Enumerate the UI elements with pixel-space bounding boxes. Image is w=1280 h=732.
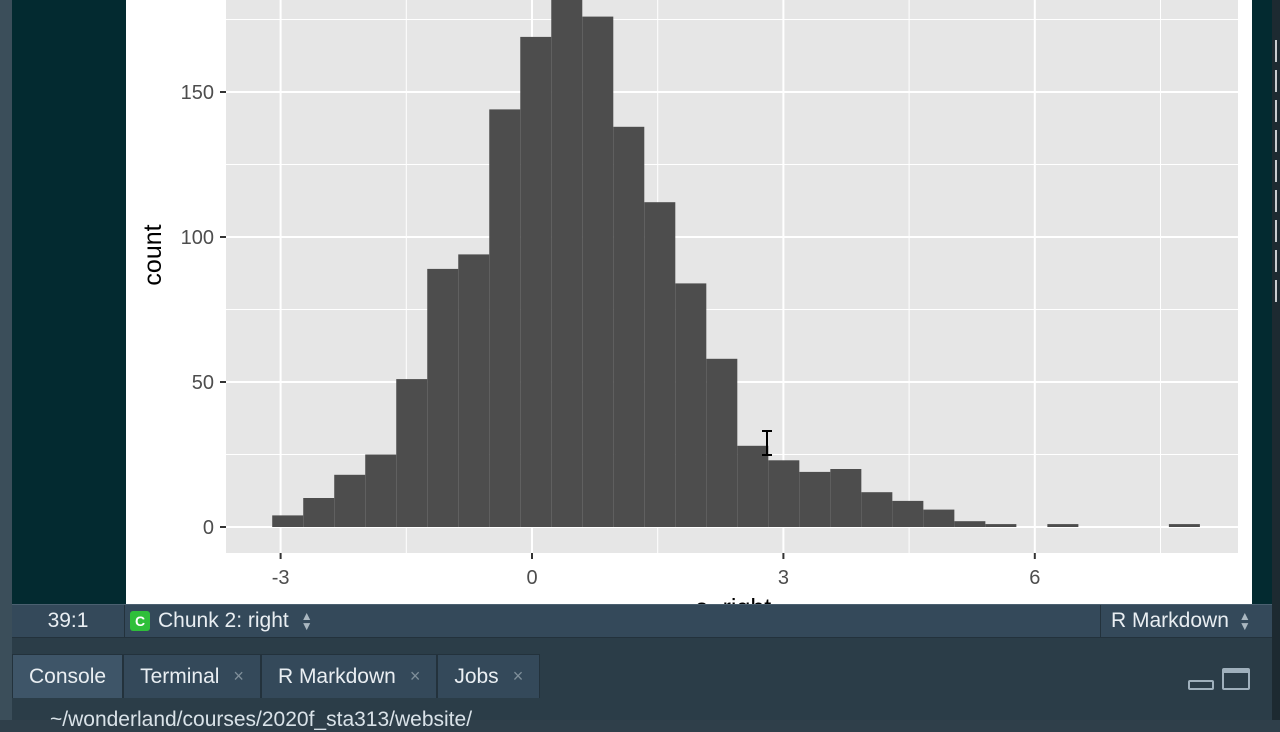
tab-jobs[interactable]: Jobs × <box>437 654 541 698</box>
histogram-bar <box>427 268 459 527</box>
editor-margin-right <box>1252 0 1272 604</box>
histogram-bar <box>954 521 986 527</box>
y-axis-title: count <box>139 224 167 285</box>
tab-r-markdown[interactable]: R Markdown × <box>260 654 438 698</box>
editor-scrollbar[interactable] <box>1272 0 1280 720</box>
updown-arrows-icon: ▲ ▼ <box>1238 609 1251 633</box>
pane-tabs: Console Terminal × R Markdown × Jobs × <box>12 654 541 698</box>
cursor-position: 39:1 <box>12 605 125 637</box>
histogram-bar <box>799 471 831 527</box>
tab-console[interactable]: Console <box>12 654 124 698</box>
histogram-bar <box>892 500 924 527</box>
tab-terminal[interactable]: Terminal × <box>123 654 261 698</box>
plot-output: 0 50 100 150 -3 0 3 6 count e_right <box>126 0 1252 604</box>
maximize-icon[interactable] <box>1222 668 1250 690</box>
histogram-bar <box>396 379 428 527</box>
editor-margin-left <box>12 0 126 604</box>
histogram-bar <box>1047 524 1079 527</box>
histogram-bar <box>520 36 552 528</box>
histogram-bar <box>489 109 521 528</box>
tab-label: R Markdown <box>277 664 396 688</box>
histogram-bar <box>458 254 490 527</box>
chunk-icon: C <box>130 611 150 631</box>
x-tick-label: 3 <box>778 567 789 589</box>
histogram-bar <box>1168 524 1200 527</box>
tab-label: Console <box>29 664 107 688</box>
histogram-bar <box>365 454 397 527</box>
close-icon[interactable]: × <box>513 666 524 687</box>
x-axis-title: e_right <box>695 594 771 604</box>
histogram-bar <box>768 460 800 527</box>
histogram-bar <box>985 524 1017 527</box>
histogram-bar <box>737 445 769 527</box>
editor-status-bar: 39:1 C Chunk 2: right ▲ ▼ R Markdown ▲ ▼ <box>12 604 1272 638</box>
tab-label: Jobs <box>454 664 499 688</box>
histogram-bar <box>272 515 304 527</box>
histogram-bar <box>303 498 335 527</box>
chunk-label: Chunk 2: right <box>158 609 289 632</box>
console-working-directory: ~/wonderland/courses/2020f_sta313/websit… <box>50 708 473 731</box>
histogram-bar <box>613 126 645 528</box>
histogram-bar <box>582 16 614 527</box>
x-tick-label: -3 <box>272 567 290 589</box>
histogram-bar <box>923 509 955 527</box>
histogram-chart: 0 50 100 150 -3 0 3 6 count e_right <box>139 0 1238 604</box>
histogram-bar <box>334 474 366 527</box>
y-tick-label: 100 <box>181 227 214 249</box>
y-tick-label: 0 <box>203 517 214 539</box>
updown-arrows-icon: ▲ ▼ <box>300 609 313 633</box>
histogram-bar <box>551 0 583 527</box>
y-tick-label: 150 <box>181 82 214 104</box>
histogram-bar <box>830 469 862 527</box>
pane-controls <box>1188 668 1250 690</box>
file-type-label: R Markdown <box>1111 609 1229 632</box>
y-tick-label: 50 <box>192 372 214 394</box>
x-tick-label: 6 <box>1029 567 1040 589</box>
minimize-icon[interactable] <box>1188 680 1214 690</box>
histogram-bar <box>675 283 707 527</box>
histogram-bar <box>706 358 738 527</box>
chunk-navigator[interactable]: C Chunk 2: right ▲ ▼ <box>130 605 313 637</box>
close-icon[interactable]: × <box>233 666 244 687</box>
histogram-bar <box>644 202 676 527</box>
console-pane: Console Terminal × R Markdown × Jobs × ~… <box>12 638 1272 731</box>
close-icon[interactable]: × <box>410 666 421 687</box>
tab-label: Terminal <box>140 664 220 688</box>
file-type-selector[interactable]: R Markdown ▲ ▼ <box>1100 605 1272 637</box>
left-gutter <box>0 0 12 720</box>
histogram-bar <box>861 492 893 527</box>
x-tick-label: 0 <box>526 567 537 589</box>
